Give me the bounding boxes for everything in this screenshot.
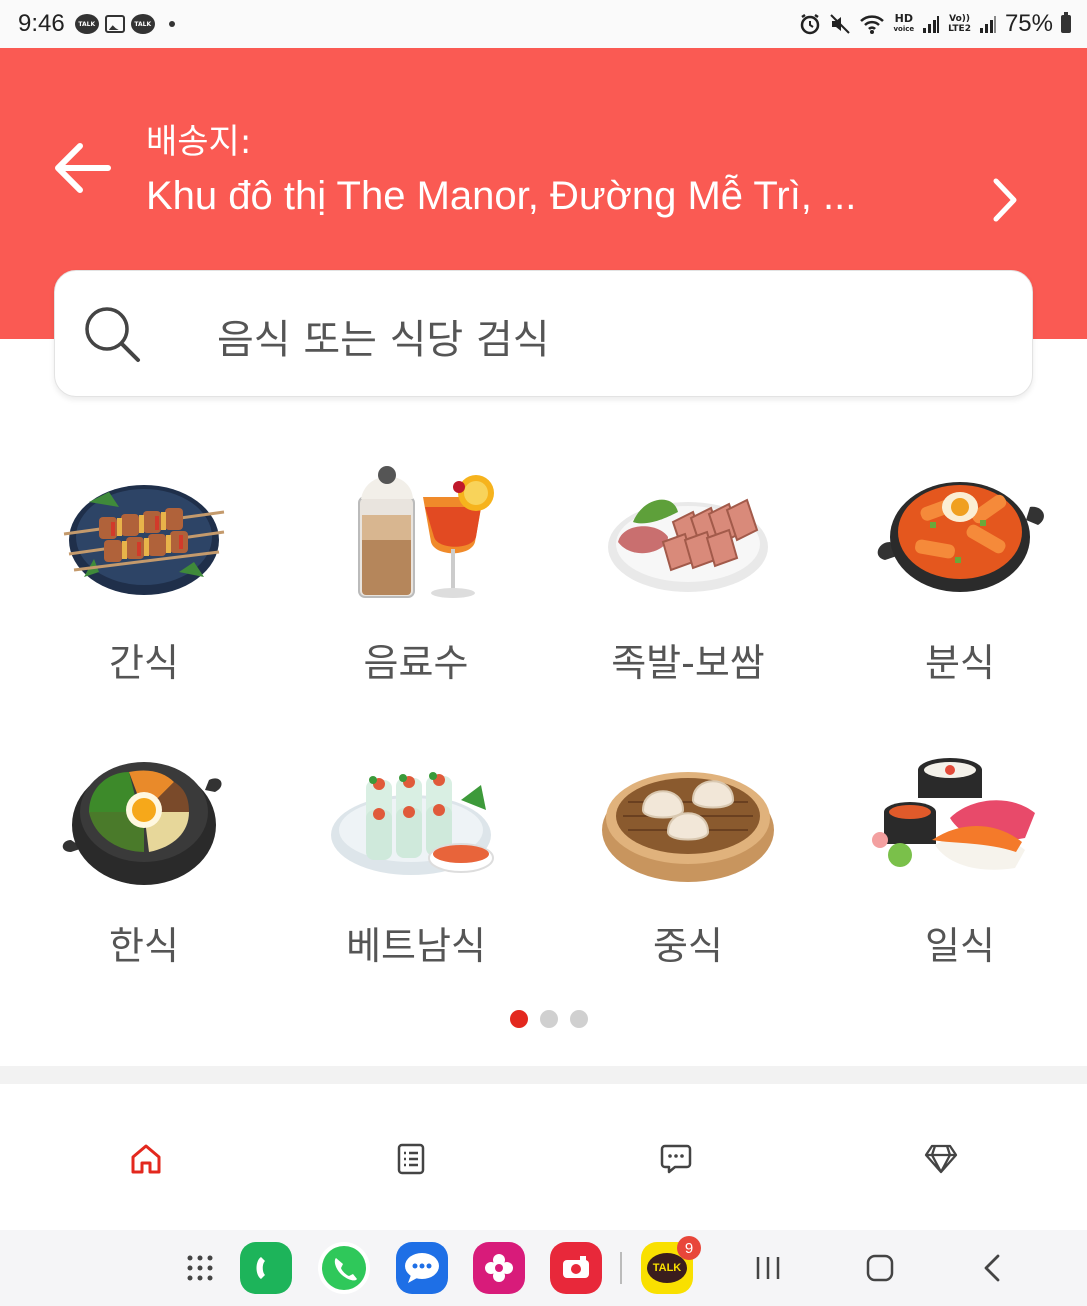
category-label: 족발-보쌈 (611, 641, 765, 685)
chat-icon (660, 1144, 692, 1174)
nav-messages[interactable] (654, 1137, 698, 1181)
signal-icon (979, 16, 996, 33)
list-icon (397, 1143, 425, 1175)
sliced-pork-icon (598, 452, 778, 612)
bibimbap-icon (54, 735, 234, 895)
dock-app-phone[interactable] (318, 1242, 370, 1294)
notification-badge: 9 (677, 1236, 701, 1260)
category-snack[interactable]: 간식 (8, 452, 280, 712)
tteokbokki-icon (870, 452, 1050, 612)
battery-icon (1061, 12, 1071, 33)
mute-icon (830, 14, 851, 34)
chevron-right-icon (993, 178, 1017, 222)
dock-app-gallery[interactable] (473, 1242, 525, 1294)
kakaotalk-notification-icon: TALK (130, 14, 155, 34)
system-back-button[interactable] (968, 1244, 1016, 1292)
dock-separator (620, 1252, 622, 1284)
arrow-left-icon (55, 143, 111, 193)
phone-call-icon (256, 1257, 265, 1279)
wifi-icon (860, 15, 885, 34)
category-drinks[interactable]: 음료수 (280, 452, 552, 712)
category-label: 음료수 (363, 641, 469, 685)
spring-rolls-icon (326, 735, 506, 895)
sushi-icon (870, 735, 1050, 895)
pager-dot-2[interactable] (539, 1010, 558, 1028)
delivery-address[interactable]: Khu đô thị The Manor, Đường Mễ Trì, ... (146, 174, 936, 219)
skewers-icon (54, 452, 234, 612)
nav-home[interactable] (124, 1137, 168, 1181)
status-bar: 9:46 TALK TALK HD voice Vo)) LTE2 75% (0, 0, 1087, 48)
category-label: 간식 (109, 641, 179, 685)
pager-dot-1[interactable] (509, 1010, 528, 1028)
search-input[interactable]: 음식 또는 식당 검식 (54, 270, 1033, 397)
message-bubble-icon (405, 1253, 439, 1283)
search-icon (85, 307, 140, 362)
diamond-icon (924, 1144, 958, 1174)
delivery-label: 배송지: (146, 122, 252, 162)
recent-apps-button[interactable] (744, 1244, 792, 1292)
category-label: 한식 (109, 924, 179, 968)
alarm-icon (801, 13, 820, 35)
category-bunsik[interactable]: 분식 (824, 452, 1087, 712)
recents-icon (756, 1257, 780, 1279)
image-notification-icon (104, 15, 125, 33)
hd-voice-indicator: HD voice (893, 12, 915, 33)
camera-icon (563, 1256, 589, 1278)
back-button[interactable] (50, 136, 114, 200)
signal-icon (923, 16, 940, 33)
dumplings-icon (598, 735, 778, 895)
nav-orders[interactable] (389, 1137, 433, 1181)
lte-indicator: Vo)) LTE2 (948, 14, 971, 34)
category-label: 베트남식 (346, 924, 486, 968)
app-drawer-button[interactable] (176, 1244, 224, 1292)
dock-app-messages[interactable] (396, 1242, 448, 1294)
phone-icon (322, 1246, 366, 1290)
category-chinese[interactable]: 중식 (552, 735, 824, 995)
category-label: 분식 (925, 641, 995, 685)
address-chevron-button[interactable] (980, 172, 1030, 228)
category-japanese[interactable]: 일식 (824, 735, 1087, 995)
nav-rewards[interactable] (919, 1137, 963, 1181)
flower-icon (485, 1254, 513, 1282)
status-right: HD voice Vo)) LTE2 75% (799, 0, 1071, 48)
dock-app-call[interactable] (240, 1242, 292, 1294)
category-label: 일식 (925, 924, 995, 968)
more-notifications-icon (168, 21, 175, 27)
drinks-icon (326, 452, 506, 612)
home-icon (131, 1144, 161, 1174)
app-grid-icon (187, 1255, 213, 1281)
home-square-icon (866, 1254, 894, 1282)
category-korean[interactable]: 한식 (8, 735, 280, 995)
system-dock: TALK 9 (0, 1230, 1087, 1306)
search-placeholder: 음식 또는 식당 검식 (217, 317, 550, 363)
section-divider (0, 1066, 1087, 1084)
bottom-nav (0, 1085, 1087, 1230)
notification-icons: TALK TALK (74, 14, 175, 34)
category-label: 중식 (653, 924, 723, 968)
home-button[interactable] (856, 1244, 904, 1292)
category-pager (0, 1010, 1087, 1028)
category-vietnamese[interactable]: 베트남식 (280, 735, 552, 995)
dock-app-kakaotalk[interactable]: TALK 9 (641, 1236, 701, 1294)
kakaotalk-notification-icon: TALK (74, 14, 99, 34)
category-jokbal-bossam[interactable]: 족발-보쌈 (552, 452, 824, 712)
chevron-left-icon (984, 1254, 1000, 1282)
pager-dot-3[interactable] (569, 1010, 588, 1028)
status-time: 9:46 (18, 10, 65, 37)
battery-percent: 75% (1004, 10, 1053, 37)
dock-app-camera[interactable] (550, 1242, 602, 1294)
